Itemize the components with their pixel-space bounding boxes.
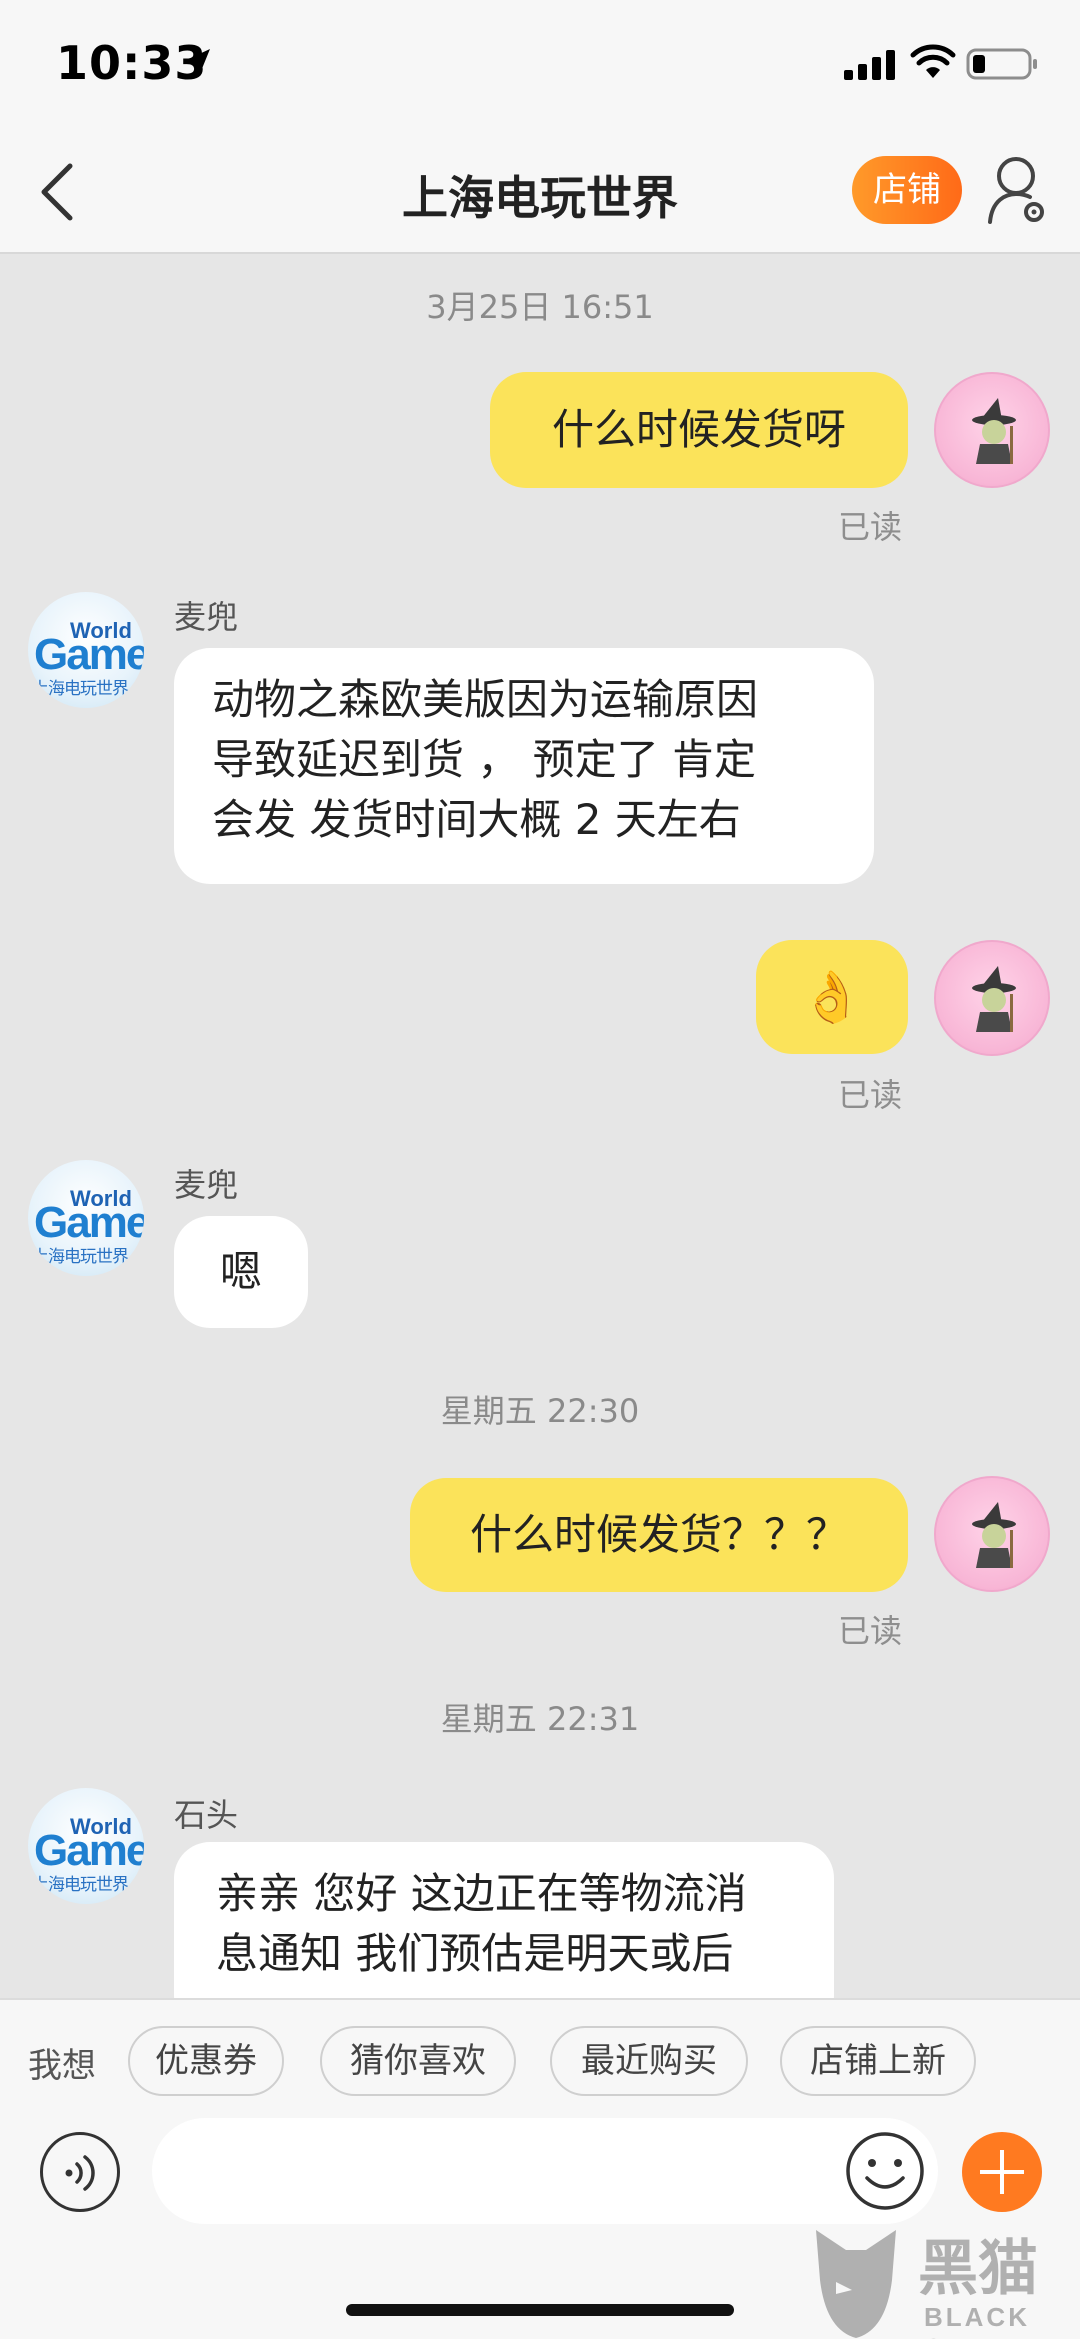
shop-avatar[interactable]: World Game 上海电玩世界: [28, 1160, 144, 1276]
store-button[interactable]: 店铺: [852, 156, 962, 224]
message-line: 导致延迟到货 ， 预定了 肯定: [212, 735, 757, 784]
voice-button[interactable]: [40, 2132, 120, 2212]
shop-avatar[interactable]: World Game 上海电玩世界: [28, 592, 144, 708]
watermark-title: 黑猫: [918, 2234, 1038, 2304]
my-avatar[interactable]: [934, 1476, 1050, 1592]
shop-avatar[interactable]: World Game 上海电玩世界: [28, 1788, 144, 1904]
message-line: 动物之森欧美版因为运输原因: [212, 675, 759, 724]
chip-recent-purchase[interactable]: 最近购买: [550, 2026, 748, 2096]
user-settings-icon[interactable]: [986, 154, 1048, 228]
shop-logo-line2: Game: [34, 1198, 144, 1247]
shop-message-bubble[interactable]: 动物之森欧美版因为运输原因 导致延迟到货 ， 预定了 肯定 会发 发货时间大概 …: [174, 648, 874, 884]
shop-message-bubble[interactable]: 嗯: [174, 1216, 308, 1328]
message-input[interactable]: [152, 2118, 938, 2224]
timestamp: 星期五 22:31: [440, 1700, 640, 1738]
shop-logo-line2: Game: [34, 1826, 144, 1875]
chip-recommend[interactable]: 猜你喜欢: [320, 2026, 516, 2096]
my-avatar[interactable]: [934, 372, 1050, 488]
shop-logo-line3: 上海电玩世界: [32, 1247, 129, 1267]
read-status: 已读: [838, 1076, 903, 1114]
sender-name: 麦兜: [174, 1166, 239, 1204]
sender-name: 麦兜: [174, 598, 239, 636]
sender-name: 石头: [174, 1796, 239, 1834]
watermark-subtitle: BLACK CAT: [924, 2302, 1030, 2339]
timestamp: 3月25日 16:51: [426, 288, 654, 326]
chip-coupon[interactable]: 优惠券: [128, 2026, 284, 2096]
shop-logo-line2: Game: [34, 630, 144, 679]
witch-icon: [972, 1502, 1016, 1568]
battery-icon: [966, 48, 1037, 80]
my-avatar[interactable]: [934, 940, 1050, 1056]
message-line: 亲亲 您好 这边正在等物流消: [216, 1869, 747, 1918]
top-bar: 10:33 上海电玩世界 店铺: [0, 0, 1080, 254]
bottom-panel: 我想 优惠券 猜你喜欢 最近购买 店铺上新 黑猫 BLACK CAT: [0, 1998, 1080, 2339]
message-line: 会发 发货时间大概 2 天左右: [212, 795, 741, 844]
witch-icon: [972, 966, 1016, 1032]
shop-logo-line3: 上海电玩世界: [32, 1875, 129, 1895]
cat-logo-icon: [816, 2230, 896, 2338]
my-message-bubble[interactable]: 什么时候发货？？？: [410, 1478, 908, 1592]
wifi-icon: [910, 44, 956, 78]
home-indicator[interactable]: [346, 2304, 734, 2316]
watermark-logo: 黑猫 BLACK CAT: [806, 2220, 1080, 2339]
my-message-bubble[interactable]: 什么时候发货呀: [490, 372, 908, 488]
voice-icon: [65, 2155, 95, 2191]
location-arrow-icon: [184, 49, 210, 76]
signal-icon: [844, 50, 895, 80]
shop-logo-line3: 上海电玩世界: [32, 679, 129, 699]
read-status: 已读: [838, 508, 903, 546]
my-message-bubble[interactable]: 👌: [756, 940, 908, 1054]
quick-bar-label: 我想: [28, 2046, 96, 2086]
read-status: 已读: [838, 1612, 903, 1650]
emoji-icon[interactable]: [844, 2130, 926, 2212]
plus-button[interactable]: [962, 2132, 1042, 2212]
witch-icon: [972, 398, 1016, 464]
chip-new-arrivals[interactable]: 店铺上新: [780, 2026, 976, 2096]
timestamp: 星期五 22:30: [440, 1392, 640, 1430]
message-line: 息通知 我们预估是明天或后: [216, 1929, 734, 1978]
